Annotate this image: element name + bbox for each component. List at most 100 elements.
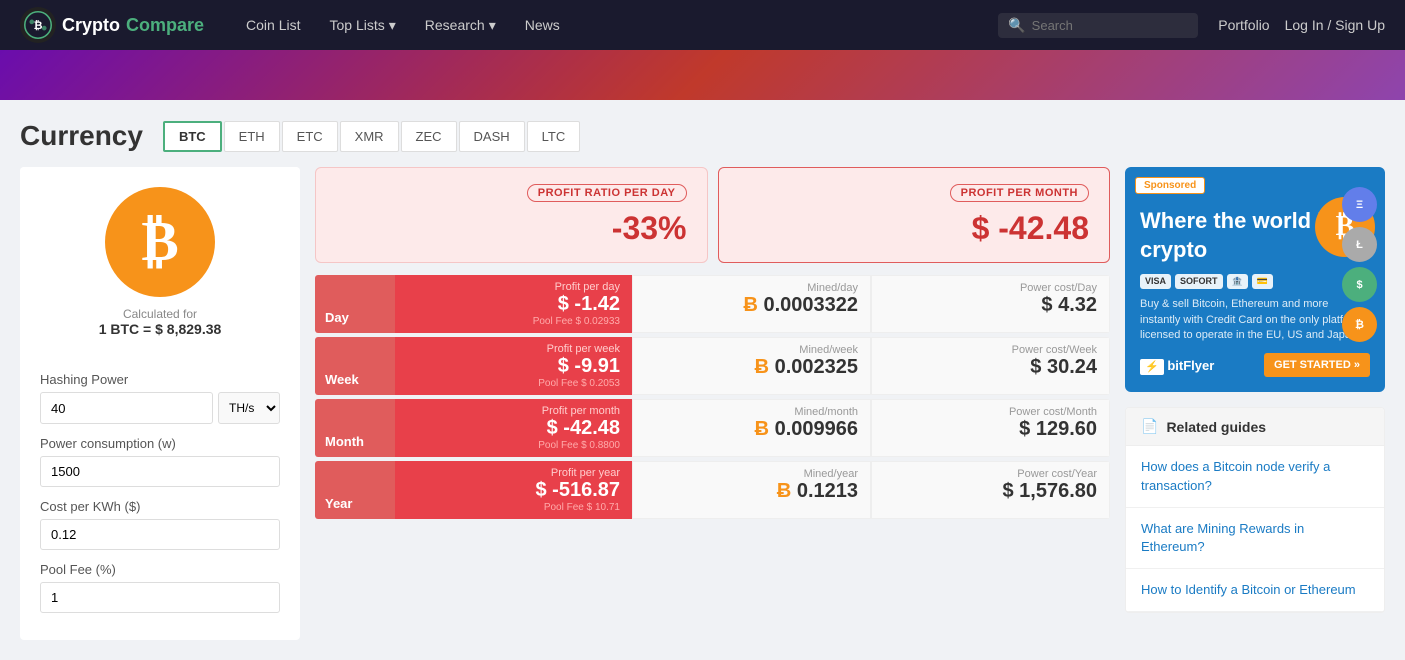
search-bar[interactable]: 🔍 — [998, 13, 1198, 38]
currency-tab-dash[interactable]: DASH — [459, 121, 525, 152]
mined-value: Ƀ 0.002325 — [645, 356, 858, 379]
currency-tab-eth[interactable]: ETH — [224, 121, 280, 152]
mined-title: Mined/year — [645, 468, 858, 480]
brand-name-compare: Compare — [126, 15, 204, 36]
nav-login[interactable]: Log In / Sign Up — [1285, 17, 1385, 33]
guide-link[interactable]: How does a Bitcoin node verify a transac… — [1141, 459, 1330, 492]
profit-ratio-day-box: PROFIT RATIO PER DAY -33% — [315, 167, 708, 263]
currency-tab-ltc[interactable]: LTC — [527, 121, 581, 152]
profit-cell: Profit per year $ -516.87 Pool Fee $ 10.… — [395, 461, 632, 519]
ad-crypto-icons: Ξ Ł $ ₿ — [1342, 187, 1377, 342]
guide-link[interactable]: How to Identify a Bitcoin or Ethereum — [1141, 582, 1356, 597]
power-cell: Power cost/Day $ 4.32 — [871, 275, 1110, 333]
mined-cell: Mined/year Ƀ 0.1213 — [632, 461, 871, 519]
brand-logo-area[interactable]: ₿ Crypto Compare — [20, 7, 204, 43]
currency-tab-xmr[interactable]: XMR — [340, 121, 399, 152]
profit-cell: Profit per month $ -42.48 Pool Fee $ 0.8… — [395, 399, 632, 457]
sponsored-badge: Sponsored — [1135, 177, 1205, 194]
nav-research[interactable]: Research ▾ — [413, 11, 508, 40]
page-title: Currency — [20, 120, 143, 152]
left-panel: ₿ Calculated for 1 BTC = $ 8,829.38 Hash… — [20, 167, 300, 640]
visa-icon: VISA — [1140, 274, 1171, 289]
mined-title: Mined/week — [645, 344, 858, 356]
power-title: Power cost/Day — [884, 282, 1097, 294]
profit-per-month-label: PROFIT PER MONTH — [950, 184, 1089, 202]
pool-fee-label: Pool Fee (%) — [40, 562, 280, 577]
guide-item[interactable]: How to Identify a Bitcoin or Ethereum — [1126, 569, 1384, 612]
mined-cell: Mined/day Ƀ 0.0003322 — [632, 275, 871, 333]
nav-coin-list[interactable]: Coin List — [234, 11, 312, 40]
mined-value: Ƀ 0.1213 — [645, 480, 858, 503]
guide-item[interactable]: What are Mining Rewards in Ethereum? — [1126, 508, 1384, 569]
get-started-button[interactable]: GET STARTED » — [1264, 353, 1370, 377]
profit-title: Profit per week — [407, 343, 620, 355]
power-title: Power cost/Month — [884, 406, 1097, 418]
guide-icon: 📄 — [1141, 418, 1158, 435]
nav-portfolio[interactable]: Portfolio — [1218, 17, 1269, 33]
power-value: $ 1,576.80 — [884, 480, 1097, 503]
eth-circle: Ξ — [1342, 187, 1377, 222]
ad-box: Sponsored ₿ Where the world buys crypto … — [1125, 167, 1385, 392]
power-title: Power cost/Week — [884, 344, 1097, 356]
hashing-power-input[interactable] — [40, 392, 213, 424]
related-guides-title: Related guides — [1166, 419, 1266, 435]
data-row: Week Profit per week $ -9.91 Pool Fee $ … — [315, 337, 1110, 395]
currency-tab-zec[interactable]: ZEC — [401, 121, 457, 152]
bitflyer-logo: ⚡ bitFlyer — [1140, 358, 1214, 373]
pool-fee-value: Pool Fee $ 10.71 — [407, 502, 620, 513]
mined-cell: Mined/week Ƀ 0.002325 — [632, 337, 871, 395]
related-guides-header: 📄 Related guides — [1126, 408, 1384, 446]
profit-title: Profit per day — [407, 281, 620, 293]
nav-news[interactable]: News — [513, 11, 572, 40]
btc-logo: ₿ — [105, 187, 215, 297]
hashing-power-unit-select[interactable]: TH/s GH/s MH/s — [218, 392, 280, 424]
btc-symbol-inline: Ƀ — [755, 356, 769, 378]
btc-symbol: ₿ — [141, 210, 178, 274]
mined-cell: Mined/month Ƀ 0.009966 — [632, 399, 871, 457]
banner — [0, 50, 1405, 100]
power-title: Power cost/Year — [884, 468, 1097, 480]
currency-tab-etc[interactable]: ETC — [282, 121, 338, 152]
profit-cell: Profit per week $ -9.91 Pool Fee $ 0.205… — [395, 337, 632, 395]
power-consumption-input[interactable] — [40, 456, 280, 487]
btc-symbol-inline: Ƀ — [777, 480, 791, 502]
btc-symbol-inline: Ƀ — [743, 294, 757, 316]
profit-cell: Profit per day $ -1.42 Pool Fee $ 0.0293… — [395, 275, 632, 333]
profit-value: $ -42.48 — [407, 417, 620, 440]
profit-value: $ -1.42 — [407, 293, 620, 316]
btc-symbol-inline: Ƀ — [755, 418, 769, 440]
btc-circle-ad: ₿ — [1342, 307, 1377, 342]
profit-per-month-box: PROFIT PER MONTH $ -42.48 — [718, 167, 1111, 263]
currency-tab-btc[interactable]: BTC — [163, 121, 222, 152]
search-icon: 🔍 — [1008, 17, 1025, 34]
guide-link[interactable]: What are Mining Rewards in Ethereum? — [1141, 521, 1304, 554]
cost-per-kwh-label: Cost per KWh ($) — [40, 499, 280, 514]
nav-top-lists[interactable]: Top Lists ▾ — [318, 11, 408, 40]
data-row: Month Profit per month $ -42.48 Pool Fee… — [315, 399, 1110, 457]
btc-price: 1 BTC = $ 8,829.38 — [99, 321, 222, 337]
guide-item[interactable]: How does a Bitcoin node verify a transac… — [1126, 446, 1384, 507]
period-label: Day — [325, 310, 385, 325]
cost-per-kwh-input[interactable] — [40, 519, 280, 550]
currency-tabs: BTCETHETCXMRZECDASHLTC — [163, 121, 580, 152]
pool-fee-value: Pool Fee $ 0.2053 — [407, 378, 620, 389]
profit-per-month-value: $ -42.48 — [739, 210, 1090, 247]
hashing-power-label: Hashing Power — [40, 372, 280, 387]
payment-icon-4: 💳 — [1252, 274, 1273, 289]
period-label-cell: Month — [315, 399, 395, 457]
profit-ratio-day-value: -33% — [336, 210, 687, 247]
pool-fee-input[interactable] — [40, 582, 280, 613]
svg-text:₿: ₿ — [34, 20, 43, 32]
power-consumption-label: Power consumption (w) — [40, 436, 280, 451]
search-input[interactable] — [1032, 18, 1189, 33]
sofort-icon: SOFORT — [1175, 274, 1223, 289]
ltc-circle: Ł — [1342, 227, 1377, 262]
data-row: Year Profit per year $ -516.87 Pool Fee … — [315, 461, 1110, 519]
mined-value: Ƀ 0.0003322 — [645, 294, 858, 317]
middle-panel: PROFIT RATIO PER DAY -33% PROFIT PER MON… — [315, 167, 1110, 640]
data-rows: Day Profit per day $ -1.42 Pool Fee $ 0.… — [315, 275, 1110, 519]
period-label: Year — [325, 496, 385, 511]
brand-name-crypto: Crypto — [62, 15, 120, 36]
period-label: Month — [325, 434, 385, 449]
period-label-cell: Week — [315, 337, 395, 395]
